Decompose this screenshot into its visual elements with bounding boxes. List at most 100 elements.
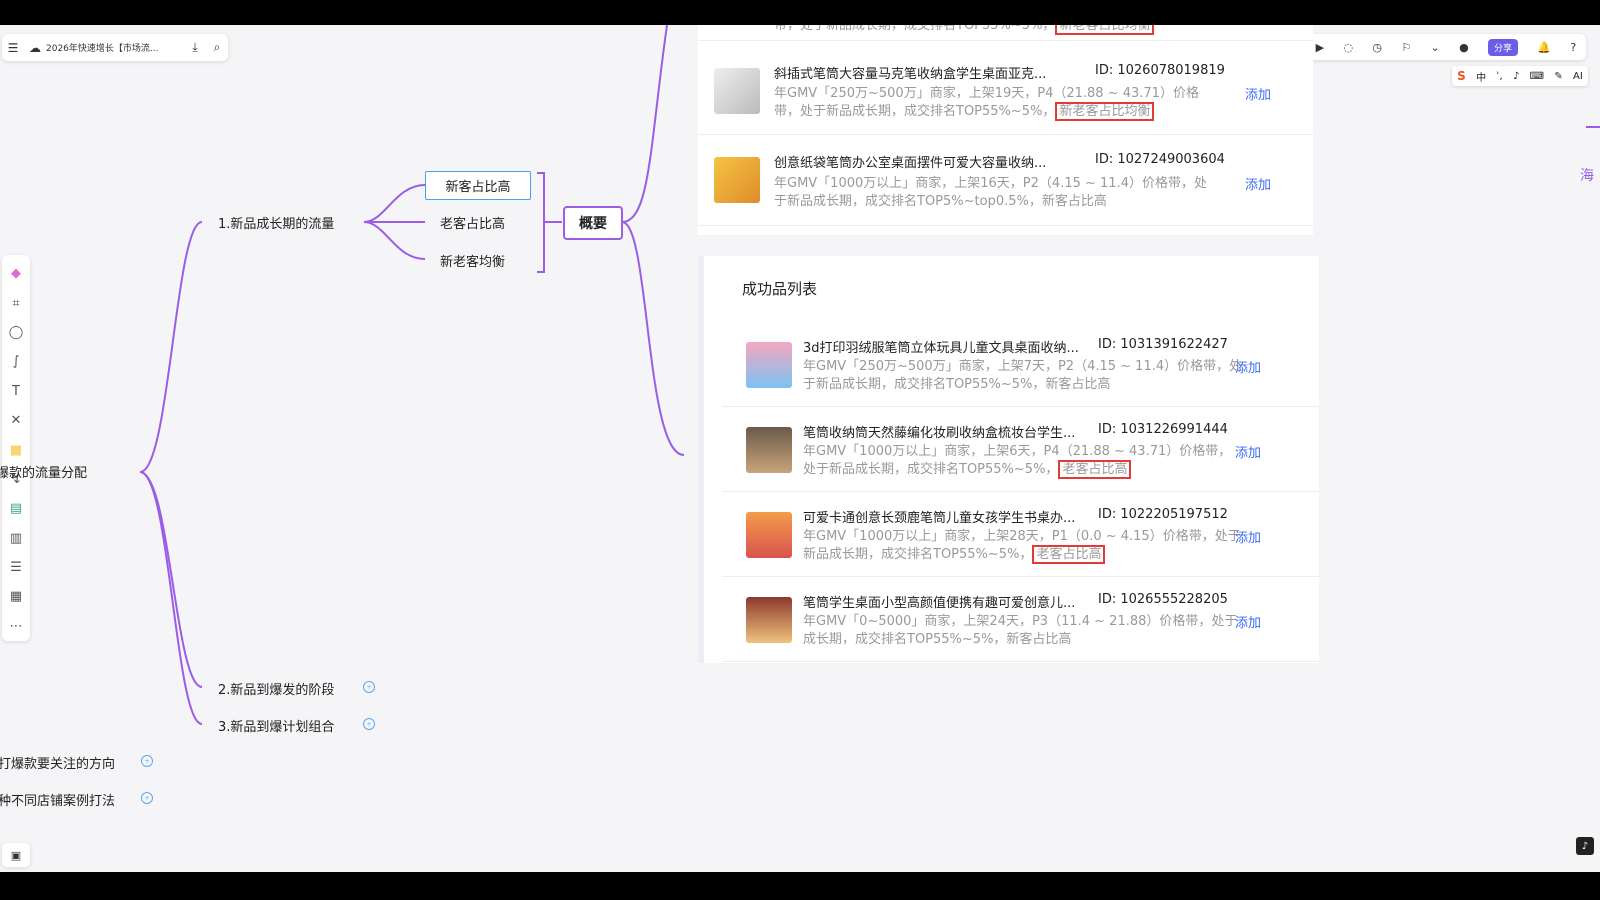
left-toolbar: ◆ ⌗ ◯ ∫ T ✕ ■ ↯ ▤ ▥ ☰ ▦ ⋯ [2,255,30,641]
timer-icon[interactable]: ◷ [1372,41,1382,54]
product-thumbnail [714,157,760,203]
ime-keyboard-icon[interactable]: ⌨ [1530,71,1544,82]
list-item: 斜插式笔筒大容量马克笔收纳盒学生桌面亚克... ID: 102607801981… [698,41,1313,135]
frame-icon[interactable]: ⌗ [6,293,26,312]
ime-toolbar: S 中 ʾ, ♪ ⌨ ✎ AI [1452,66,1588,86]
list-item: 3d打印羽绒服笔筒立体玩具儿童文具桌面收纳... ID: 10313916224… [722,322,1319,407]
share-button[interactable]: 分享 [1488,38,1519,56]
list-item: 创意纸袋笔筒办公室桌面摆件可爱大容量收纳... ID: 102724900360… [698,135,1313,226]
product-title: 笔筒学生桌面小型高颜值便携有趣可爱创意儿... [803,596,1076,611]
expand-icon[interactable]: + [363,681,375,693]
avatar[interactable]: ● [1459,41,1469,54]
search-icon[interactable]: ⌕ [206,40,228,55]
product-thumbnail [746,427,792,473]
product-thumbnail [746,512,792,558]
root-node[interactable]: 爆款的流量分配 [0,462,87,481]
pointer-icon[interactable]: ⚐ [1401,41,1411,54]
product-title: 3d打印羽绒服笔筒立体玩具儿童文具桌面收纳... [803,341,1079,356]
add-button[interactable]: 添加 [1235,527,1261,546]
sibling-node-2[interactable]: 种不同店铺案例打法 [0,790,115,809]
customer-tag: 老客占比高 [1032,545,1106,564]
chevron-down-icon[interactable]: ⌄ [1431,41,1440,54]
product-desc: 年GMV「250万~500万」商家，上架7天，P2（4.15 ~ 11.4）价格… [803,359,1243,392]
product-thumbnail [746,342,792,388]
product-desc: 年GMV「250万~500万」商家，上架19天，P4（21.88 ~ 43.71… [774,86,1199,121]
right-toolbar: ▶ ◌ ◷ ⚐ ⌄ ● 分享 🔔 ? [1306,34,1586,60]
edge-node-text[interactable]: 海 [1580,165,1594,185]
branch-node-3[interactable]: 3.新品到爆计划组合 [218,716,334,735]
customer-tag: 老客占比高 [1058,460,1132,479]
ime-skin-icon[interactable]: ✎ [1554,71,1562,82]
success-products-panel: 成功品列表 3d打印羽绒服笔筒立体玩具儿童文具桌面收纳... ID: 10313… [698,256,1319,663]
product-id: ID: 1031226991444 [1098,422,1228,437]
sub-node-new[interactable]: 新客占比高 [425,171,531,200]
document-icon[interactable]: ▥ [6,529,26,548]
whiteboard-canvas[interactable]: ☰ ☁ 2026年快速增长【市场流... ⤓ ⌕ ◆ ⌗ ◯ ∫ T ✕ ■ ↯… [0,25,1600,872]
customer-tag: 新老客占比均衡 [1055,25,1155,35]
doc-title[interactable]: 2026年快速增长【市场流... [46,41,184,54]
product-title: 可爱卡通创意长颈鹿笔筒儿童女孩学生书桌办... [803,511,1076,526]
mindmap-icon[interactable]: ✕ [6,411,26,430]
sub-node-old[interactable]: 老客占比高 [440,213,505,232]
cloud-icon: ☁ [29,40,41,55]
sibling-node-1[interactable]: 打爆款要关注的方向 [0,753,115,772]
product-desc: 年GMV「1000万以上」商家，上架28天，P1（0.0 ~ 4.15）价格带，… [803,529,1241,564]
expand-icon[interactable]: + [141,792,153,804]
customer-tag: 新老客占比均衡 [1055,102,1155,121]
branch-node-1[interactable]: 1.新品成长期的流量 [218,213,334,232]
list-item: 可爱卡通创意长颈鹿笔筒儿童女孩学生书桌办... ID: 102220519751… [722,492,1319,577]
product-title: 笔筒收纳筒天然藤编化妆刷收纳盒梳妆台学生... [803,426,1076,441]
doc-toolbar: ☰ ☁ 2026年快速增长【市场流... ⤓ ⌕ [2,34,228,61]
product-desc: 年GMV「1000万以上」商家，上架16天，P2（4.15 ~ 11.4）价格带… [774,176,1207,209]
product-title: 创意纸袋笔筒办公室桌面摆件可爱大容量收纳... [774,156,1047,171]
product-desc: 年GMV「0~5000」商家，上架24天，P3（11.4 ~ 21.88）价格带… [803,614,1238,647]
add-button[interactable]: 添加 [1245,174,1271,193]
summary-node[interactable]: 概要 [563,206,623,240]
list-icon[interactable]: ☰ [6,558,26,577]
download-icon[interactable]: ⤓ [184,40,206,55]
mic-icon[interactable]: ♪ [1576,837,1594,855]
help-icon[interactable]: ? [1570,41,1576,54]
product-id: ID: 1031391622427 [1098,337,1228,352]
panel-title: 成功品列表 [742,280,818,298]
list-item: 笔筒学生桌面小型高颜值便携有趣可爱创意儿... ID: 102655522820… [722,577,1319,662]
product-title: 斜插式笔筒大容量马克笔收纳盒学生桌面亚克... [774,67,1047,82]
pen-icon[interactable]: ∫ [6,352,26,371]
text-icon[interactable]: T [6,382,26,401]
ime-punct-icon[interactable]: ʾ, [1496,71,1502,82]
ime-mic-icon[interactable]: ♪ [1513,71,1519,82]
product-desc: 带，处于新品成长期，成交排名TOP55%~5%， 新老客占比均衡 [774,25,1294,35]
add-button[interactable]: 添加 [1235,357,1261,376]
ime-logo-icon: S [1457,69,1466,83]
branch-node-2[interactable]: 2.新品到爆发的阶段 [218,679,334,698]
expand-icon[interactable]: + [363,718,375,730]
palette-icon[interactable]: ◆ [6,264,26,283]
table-icon[interactable]: ▤ [6,499,26,518]
template-icon[interactable]: ▦ [6,587,26,606]
bell-icon[interactable]: 🔔 [1537,41,1551,54]
product-id: ID: 1027249003604 [1095,152,1225,167]
add-button[interactable]: 添加 [1235,442,1261,461]
list-item: 带，处于新品成长期，成交排名TOP55%~5%， 新老客占比均衡 [698,25,1313,41]
product-panel-top: 带，处于新品成长期，成交排名TOP55%~5%， 新老客占比均衡 斜插式笔筒大容量… [698,25,1313,235]
minimap-icon[interactable]: ▣ [2,843,30,867]
ime-mode[interactable]: 中 [1476,69,1486,84]
more-icon[interactable]: ⋯ [6,617,26,636]
product-thumbnail [746,597,792,643]
product-thumbnail [714,68,760,114]
add-button[interactable]: 添加 [1245,84,1271,103]
list-item: 笔筒收纳筒天然藤编化妆刷收纳盒梳妆台学生... ID: 103122699144… [722,407,1319,492]
product-id: ID: 1026555228205 [1098,592,1228,607]
edge-line [1586,126,1600,128]
product-id: ID: 1026078019819 [1095,63,1225,78]
expand-icon[interactable]: + [141,755,153,767]
comment-icon[interactable]: ◌ [1343,41,1353,54]
menu-icon[interactable]: ☰ [2,41,24,55]
shape-icon[interactable]: ◯ [6,323,26,342]
play-icon[interactable]: ▶ [1316,41,1324,54]
ime-ai-button[interactable]: AI [1573,71,1583,82]
add-button[interactable]: 添加 [1235,612,1261,631]
product-desc: 年GMV「1000万以上」商家，上架6天，P4（21.88 ~ 43.71）价格… [803,444,1232,479]
sub-node-balance[interactable]: 新老客均衡 [440,251,505,270]
sticky-note-icon[interactable]: ■ [6,440,26,459]
